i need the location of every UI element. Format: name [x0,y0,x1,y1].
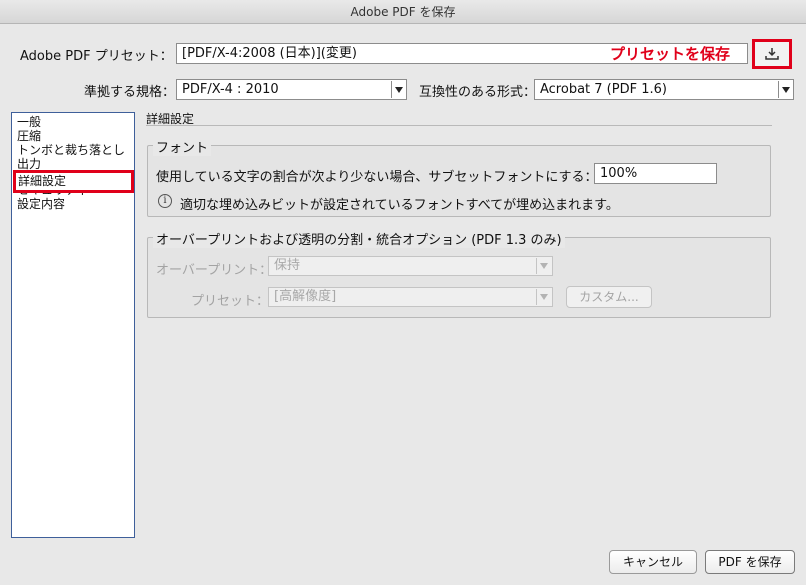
subset-threshold-value: 100% [600,166,638,181]
cancel-button[interactable]: キャンセル [609,550,697,574]
category-list[interactable]: 一般 圧縮 トンボと裁ち落とし 出力 セキュリティ 設定内容 詳細設定 [11,112,135,538]
flattener-preset-select[interactable]: [高解像度] [268,287,553,307]
standard-value: PDF/X-4 : 2010 [182,82,279,97]
subset-threshold-input[interactable]: 100% [594,163,717,184]
save-pdf-button[interactable]: PDF を保存 [705,550,795,574]
compatibility-label: 互換性のある形式： [419,85,537,100]
sidebar-item-output[interactable]: 出力 [12,157,134,171]
overprint-label: オーバープリント： [156,263,273,278]
select-separator [536,289,537,305]
chevron-down-icon [782,87,790,93]
chevron-down-icon [540,294,548,300]
font-info-text: 適切な埋め込みビットが設定されているフォントすべてが埋め込まれます。 [180,198,619,213]
subset-label: 使用している文字の割合が次より少ない場合、サブセットフォントにする： [156,170,598,185]
sidebar-item-marks-bleeds[interactable]: トンボと裁ち落とし [12,143,134,157]
compatibility-select[interactable]: Acrobat 7 (PDF 1.6) [534,79,794,100]
flattener-preset-value: [高解像度] [274,289,337,304]
save-preset-icon [765,48,779,60]
save-preset-annotation: プリセットを保存 [610,45,731,63]
chevron-down-icon [395,87,403,93]
select-separator [778,81,779,98]
sidebar-item-general[interactable]: 一般 [12,115,134,129]
compatibility-value: Acrobat 7 (PDF 1.6) [540,82,667,97]
custom-button[interactable]: カスタム... [566,286,652,308]
sidebar-item-summary[interactable]: 設定内容 [12,197,134,211]
sidebar-item-compression[interactable]: 圧縮 [12,129,134,143]
flattener-preset-label: プリセット： [191,294,270,309]
overprint-value: 保持 [274,258,301,273]
preset-value: [PDF/X-4:2008 (日本)](変更) [182,46,357,61]
sidebar-item-advanced[interactable]: 詳細設定 [13,170,134,193]
window-title: Adobe PDF を保存 [0,0,806,24]
standard-label: 準拠する規格： [84,85,176,100]
select-separator [536,258,537,274]
overprint-group-title: オーバープリントおよび透明の分割・統合オプション (PDF 1.3 のみ) [153,229,565,248]
section-divider [146,125,772,126]
standard-select[interactable]: PDF/X-4 : 2010 [176,79,407,100]
select-separator [391,81,392,98]
info-icon: i [158,194,172,208]
preset-label: Adobe PDF プリセット： [20,49,173,64]
save-preset-button[interactable] [752,39,792,69]
font-group-title: フォント [153,137,212,156]
overprint-select[interactable]: 保持 [268,256,553,276]
chevron-down-icon [540,263,548,269]
